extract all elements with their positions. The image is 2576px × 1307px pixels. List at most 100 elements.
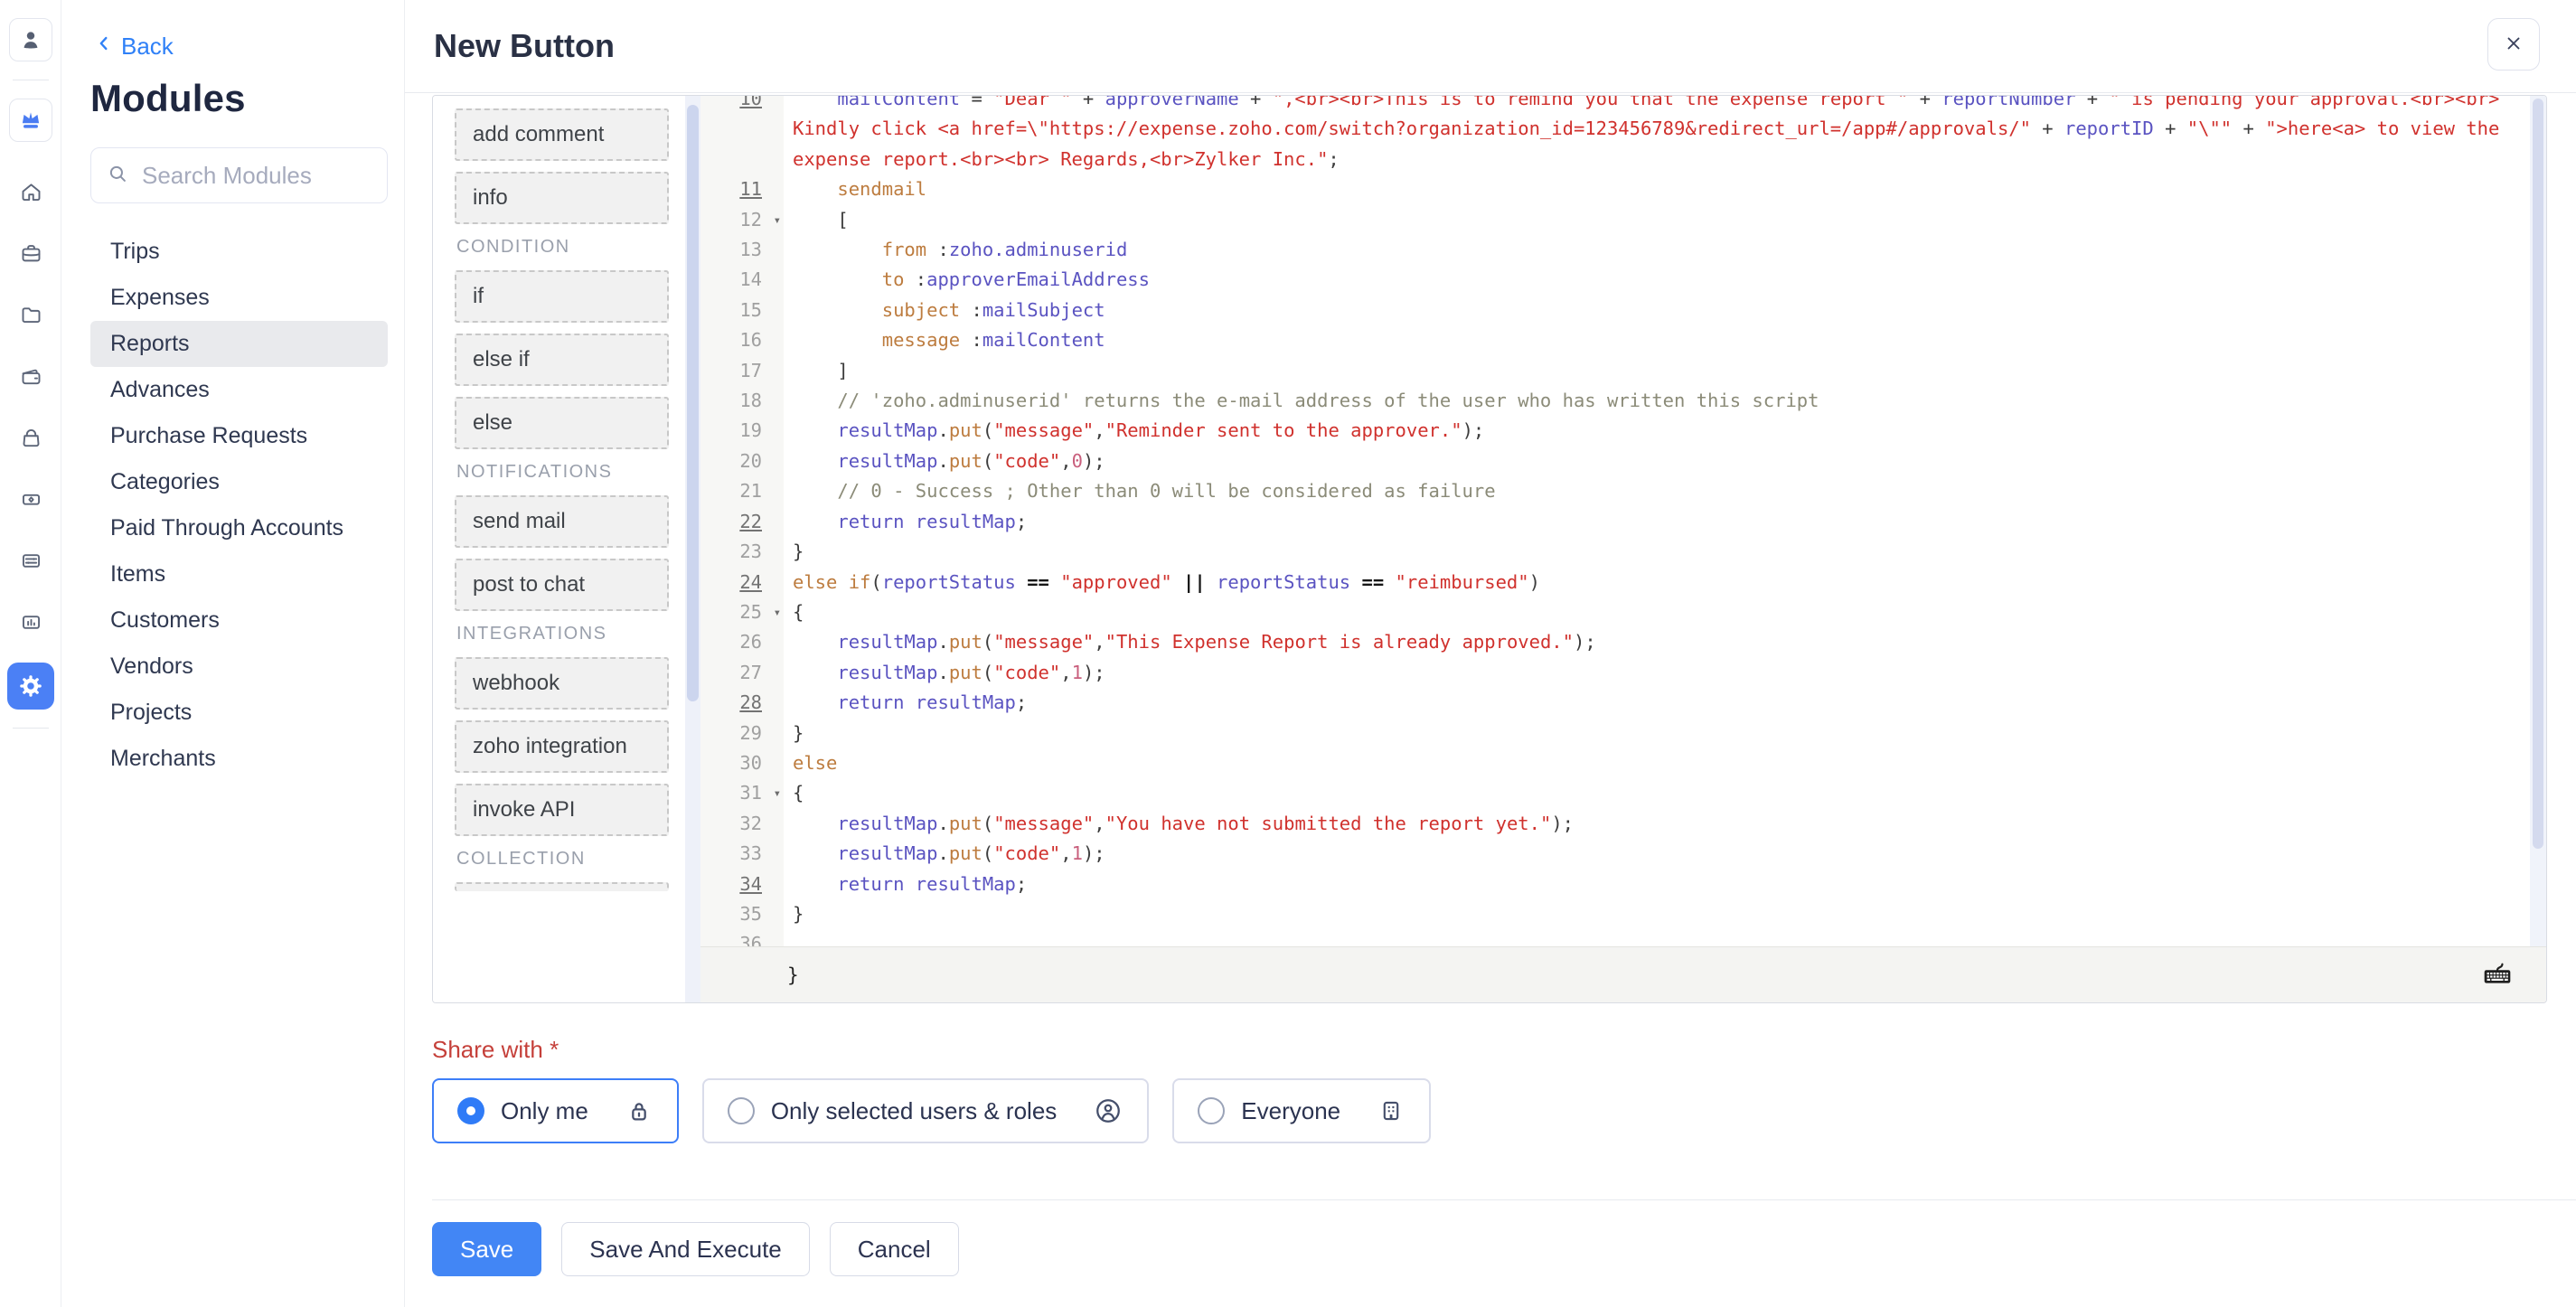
sidebar-item-customers[interactable]: Customers bbox=[90, 597, 388, 644]
radio-icon[interactable] bbox=[1198, 1097, 1225, 1124]
line-number[interactable]: 20 bbox=[700, 447, 784, 476]
line-number[interactable]: 33 bbox=[700, 839, 784, 869]
snippet-chip-info[interactable]: info bbox=[455, 172, 669, 224]
sidebar-item-reports[interactable]: Reports bbox=[90, 321, 388, 367]
line-number[interactable]: 19 bbox=[700, 416, 784, 446]
fold-arrow-icon[interactable]: ▾ bbox=[774, 206, 781, 236]
line-number[interactable]: 11 bbox=[700, 174, 784, 204]
sidebar-item-categories[interactable]: Categories bbox=[90, 459, 388, 505]
sidebar-item-paid-through-accounts[interactable]: Paid Through Accounts bbox=[90, 505, 388, 551]
palette-scrollbar[interactable] bbox=[685, 96, 700, 1002]
code-line: 13 from :zoho.adminuserid bbox=[700, 235, 2546, 265]
line-number[interactable]: 16 bbox=[700, 325, 784, 355]
close-button[interactable] bbox=[2487, 18, 2540, 71]
code-line-text: [ bbox=[784, 205, 2546, 235]
sidebar-item-items[interactable]: Items bbox=[90, 551, 388, 597]
snippet-chip-invoke-api[interactable]: invoke API bbox=[455, 784, 669, 836]
code-line-text: resultMap.put("message","You have not su… bbox=[784, 809, 2546, 839]
radio-icon[interactable] bbox=[457, 1097, 484, 1124]
line-number[interactable]: 21 bbox=[700, 476, 784, 506]
line-number[interactable]: 26 bbox=[700, 627, 784, 657]
code-line: 11 sendmail bbox=[700, 174, 2546, 204]
snippet-chip-else[interactable]: else bbox=[455, 397, 669, 449]
editor-scrollbar[interactable] bbox=[2530, 96, 2546, 946]
rail-wallet-button[interactable] bbox=[19, 364, 42, 388]
code-line: 27 resultMap.put("code",1); bbox=[700, 658, 2546, 688]
rail-card-sliders-button[interactable] bbox=[19, 549, 42, 572]
snippet-chip-if[interactable]: if bbox=[455, 270, 669, 323]
line-number[interactable]: 18 bbox=[700, 386, 784, 416]
line-number[interactable]: 10 bbox=[700, 96, 784, 174]
rail-card-diamond-button[interactable] bbox=[19, 487, 42, 511]
line-number[interactable]: 14 bbox=[700, 265, 784, 295]
snippet-chip-add-comment[interactable]: add comment bbox=[455, 108, 669, 161]
snippet-chip-zoho-integration[interactable]: zoho integration bbox=[455, 720, 669, 773]
save-button[interactable]: Save bbox=[432, 1222, 541, 1276]
line-number[interactable]: 22 bbox=[700, 507, 784, 537]
code-line-text: from :zoho.adminuserid bbox=[784, 235, 2546, 265]
line-number[interactable]: 32 bbox=[700, 809, 784, 839]
back-link[interactable]: Back bbox=[94, 33, 404, 61]
cancel-button[interactable]: Cancel bbox=[830, 1222, 959, 1276]
rail-home-button[interactable] bbox=[19, 180, 42, 203]
sidebar-item-vendors[interactable]: Vendors bbox=[90, 644, 388, 690]
snippet-chip-post-to-chat[interactable]: post to chat bbox=[455, 559, 669, 611]
lock-icon bbox=[625, 1096, 653, 1125]
actions-bar: Save Save And Execute Cancel bbox=[432, 1222, 2576, 1276]
share-option-everyone[interactable]: Everyone bbox=[1172, 1078, 1431, 1143]
line-number[interactable]: 35 bbox=[700, 899, 784, 929]
line-number[interactable]: 29 bbox=[700, 719, 784, 748]
fold-arrow-icon[interactable]: ▾ bbox=[774, 598, 781, 628]
line-number[interactable]: 28 bbox=[700, 688, 784, 718]
editor-scrollbar-thumb[interactable] bbox=[2533, 99, 2543, 849]
snippet-chip-else-if[interactable]: else if bbox=[455, 334, 669, 386]
sidebar-item-purchase-requests[interactable]: Purchase Requests bbox=[90, 413, 388, 459]
code-editor[interactable]: 10 mailContent = "Dear " + approverName … bbox=[700, 96, 2546, 946]
rail-folder-button[interactable] bbox=[19, 303, 42, 326]
line-number[interactable]: 15 bbox=[700, 296, 784, 325]
rail-gear-button[interactable] bbox=[7, 663, 54, 710]
code-line-text: else bbox=[784, 748, 2546, 778]
save-and-execute-button[interactable]: Save And Execute bbox=[561, 1222, 809, 1276]
line-number[interactable]: 36 bbox=[700, 929, 784, 946]
line-number[interactable]: 24 bbox=[700, 568, 784, 597]
code-line: 35} bbox=[700, 899, 2546, 929]
code-line: 19 resultMap.put("message","Reminder sen… bbox=[700, 416, 2546, 446]
share-with-section: Share with * Only meOnly selected users … bbox=[432, 1036, 2576, 1143]
share-option-only-me[interactable]: Only me bbox=[432, 1078, 679, 1143]
sidebar-item-advances[interactable]: Advances bbox=[90, 367, 388, 413]
sidebar-item-expenses[interactable]: Expenses bbox=[90, 275, 388, 321]
fold-arrow-icon[interactable]: ▾ bbox=[774, 779, 781, 809]
rail-person-button[interactable] bbox=[9, 18, 52, 61]
code-content[interactable]: 10 mailContent = "Dear " + approverName … bbox=[700, 96, 2546, 946]
rail-briefcase-button[interactable] bbox=[19, 241, 42, 265]
line-number[interactable]: 27 bbox=[700, 658, 784, 688]
search-modules-input[interactable] bbox=[142, 162, 445, 190]
sidebar-item-merchants[interactable]: Merchants bbox=[90, 736, 388, 782]
keyboard-icon[interactable] bbox=[2481, 959, 2514, 991]
bag-icon bbox=[19, 426, 42, 450]
line-number[interactable]: 31▾ bbox=[700, 778, 784, 808]
palette-scrollbar-thumb[interactable] bbox=[687, 105, 699, 701]
snippet-chip-clipped[interactable] bbox=[455, 882, 669, 891]
sidebar-item-trips[interactable]: Trips bbox=[90, 229, 388, 275]
code-line-text: // 0 - Success ; Other than 0 will be co… bbox=[784, 476, 2546, 506]
sidebar-item-projects[interactable]: Projects bbox=[90, 690, 388, 736]
code-line: 14 to :approverEmailAddress bbox=[700, 265, 2546, 295]
rail-crown-button[interactable] bbox=[9, 99, 52, 142]
share-option-only-selected-users-roles[interactable]: Only selected users & roles bbox=[702, 1078, 1149, 1143]
line-number[interactable]: 30 bbox=[700, 748, 784, 778]
line-number[interactable]: 23 bbox=[700, 537, 784, 567]
radio-icon[interactable] bbox=[728, 1097, 755, 1124]
line-number[interactable]: 12▾ bbox=[700, 205, 784, 235]
line-number[interactable]: 25▾ bbox=[700, 597, 784, 627]
line-number[interactable]: 17 bbox=[700, 356, 784, 386]
code-line-text: else if(reportStatus == "approved" || re… bbox=[784, 568, 2546, 597]
snippet-chip-send-mail[interactable]: send mail bbox=[455, 495, 669, 548]
rail-bag-button[interactable] bbox=[19, 426, 42, 449]
search-modules-box[interactable] bbox=[90, 147, 388, 203]
snippet-chip-webhook[interactable]: webhook bbox=[455, 657, 669, 710]
line-number[interactable]: 13 bbox=[700, 235, 784, 265]
line-number[interactable]: 34 bbox=[700, 870, 784, 899]
rail-chart-button[interactable] bbox=[19, 610, 42, 634]
